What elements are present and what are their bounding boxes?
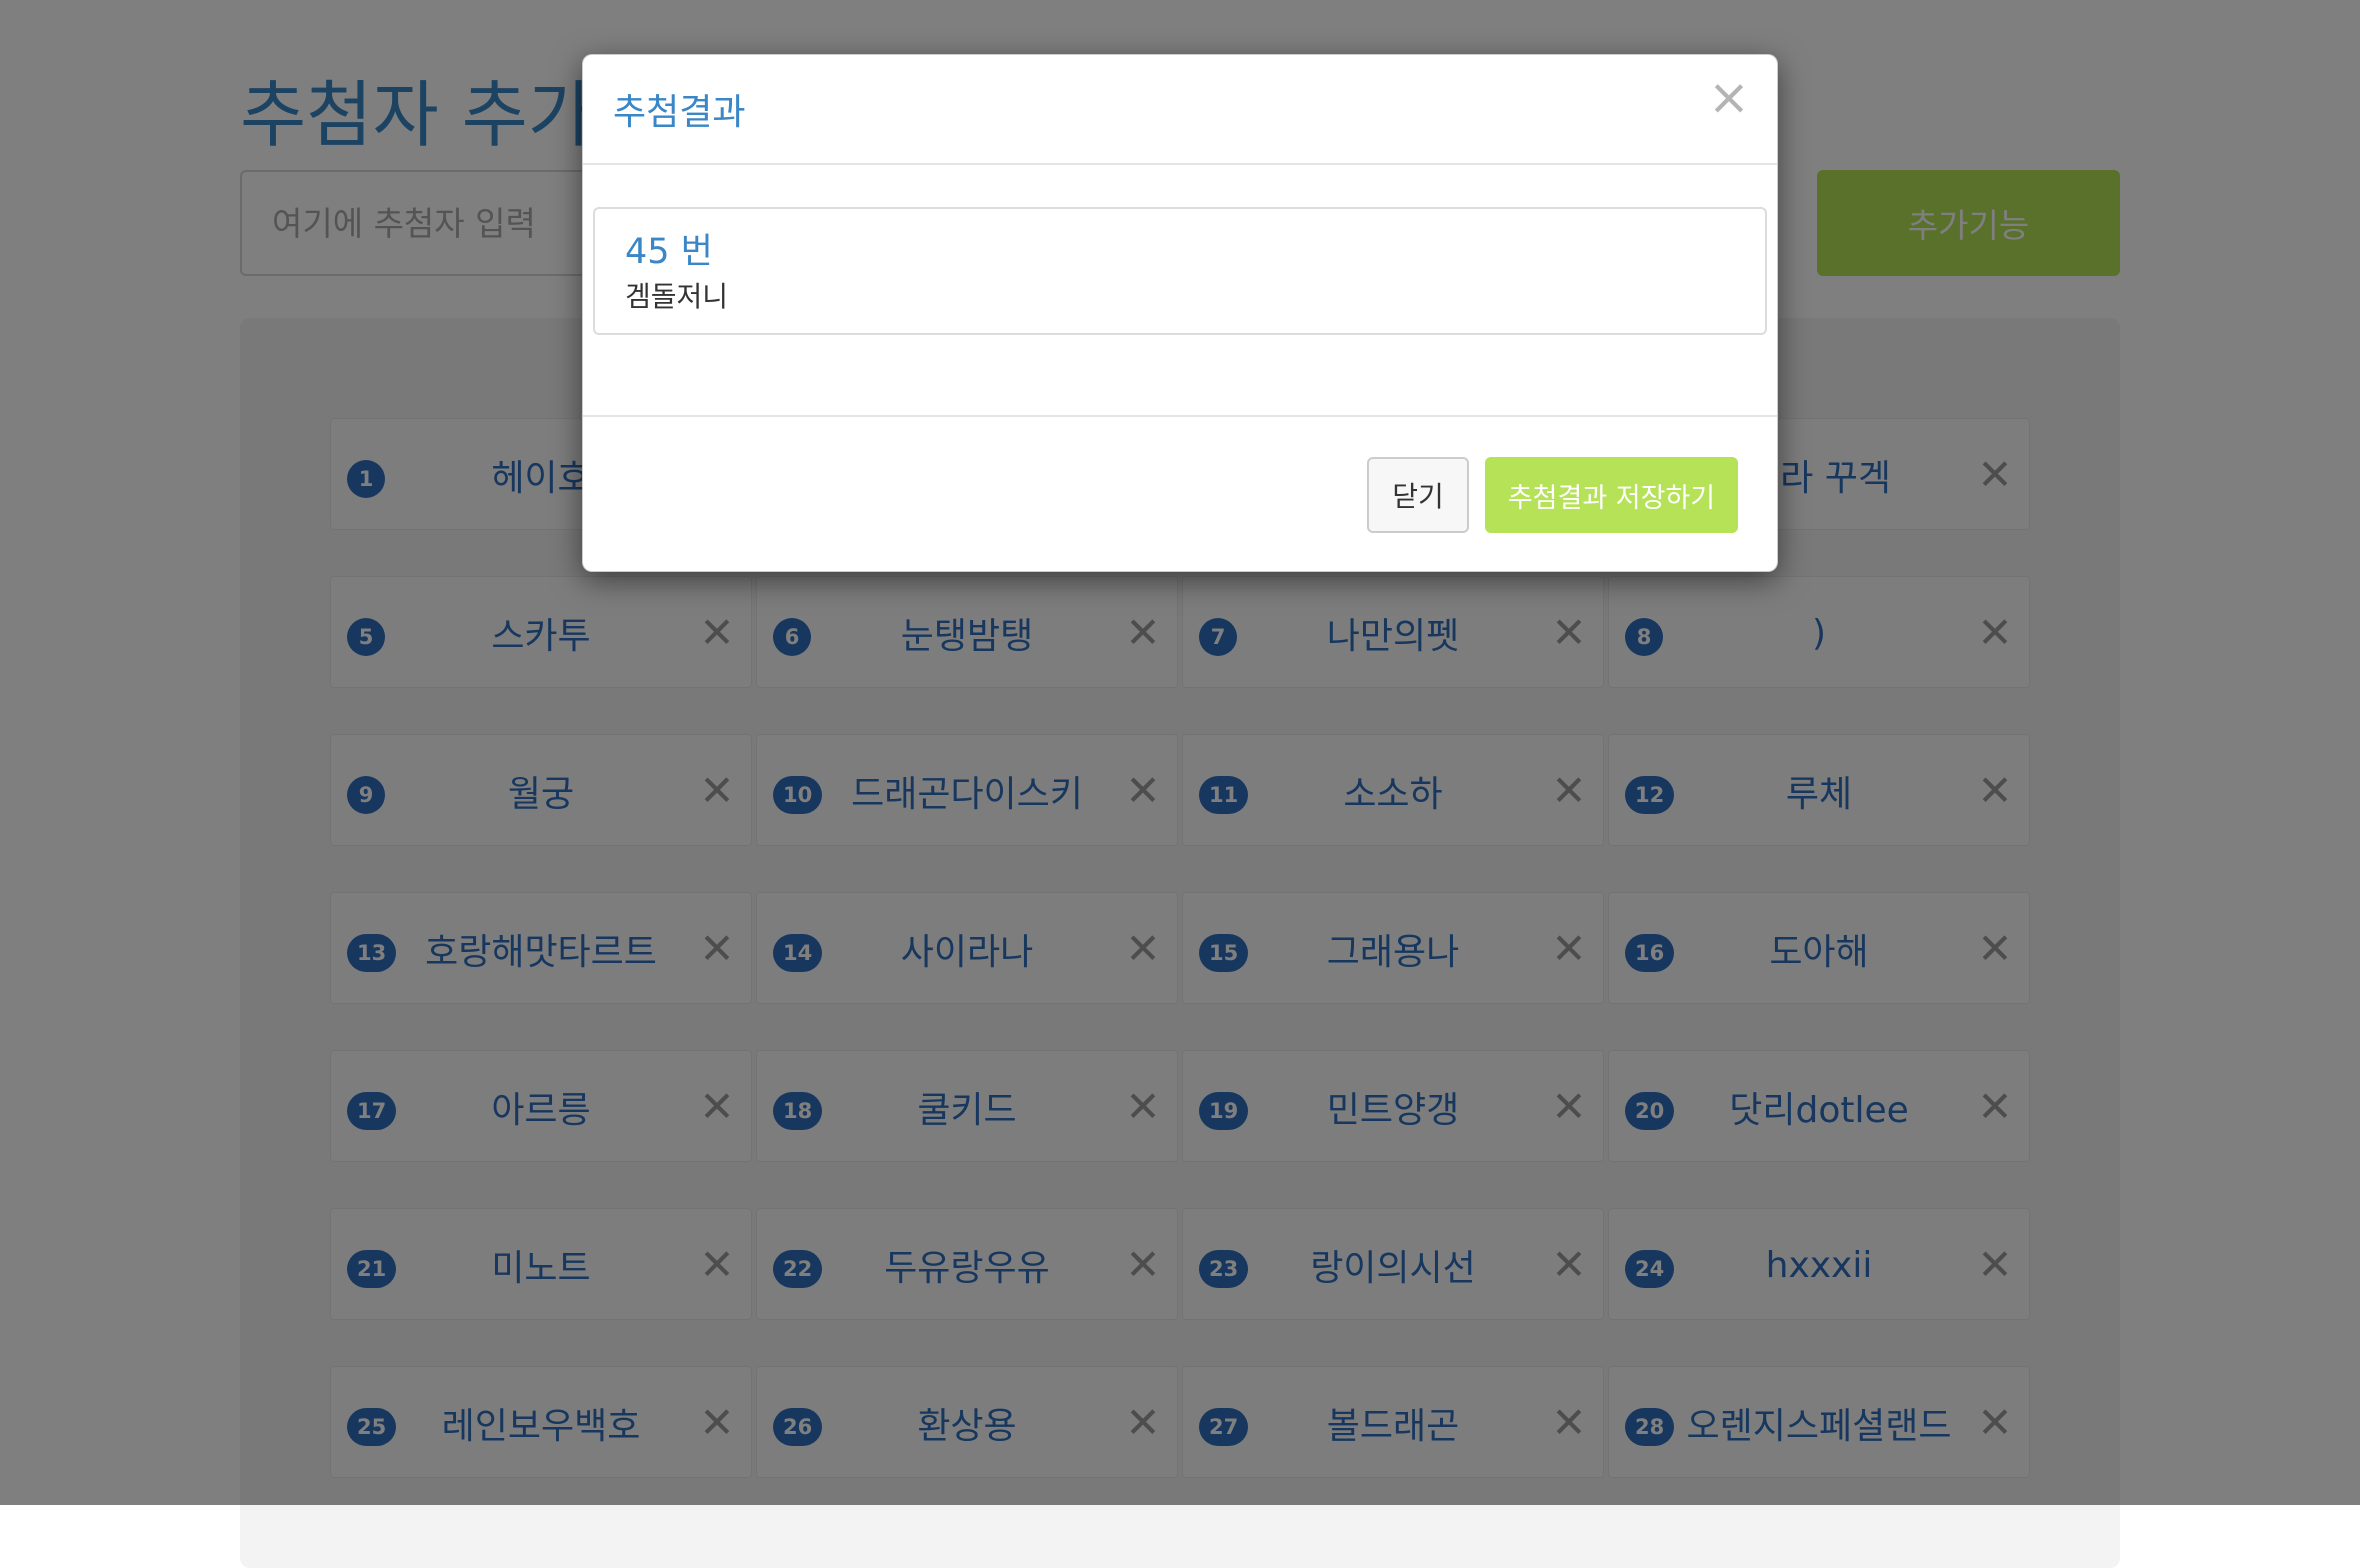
result-name: 겜돌저니 [625,280,729,313]
close-button[interactable]: 닫기 [1367,457,1469,533]
modal-close-icon[interactable]: × [1703,69,1755,125]
modal-title: 추첨결과 [613,92,746,133]
save-result-button[interactable]: 추첨결과 저장하기 [1485,457,1738,533]
draw-result-modal: 추첨결과 × 45 번 겜돌저니 닫기 추첨결과 저장하기 [582,54,1778,572]
modal-header: 추첨결과 × [583,55,1777,165]
modal-footer: 닫기 추첨결과 저장하기 [583,415,1777,573]
result-number: 45 번 [625,232,713,272]
draw-result-box: 45 번 겜돌저니 [593,207,1767,335]
